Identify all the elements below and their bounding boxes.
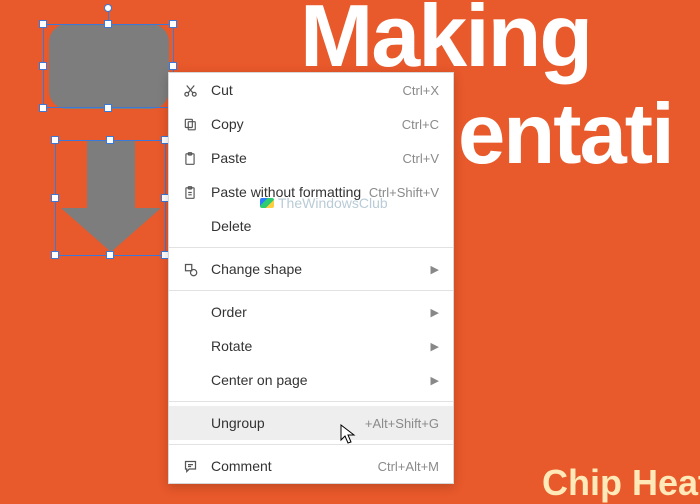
menu-label: Delete bbox=[211, 218, 439, 234]
resize-handle[interactable] bbox=[51, 251, 59, 259]
menu-label: Paste without formatting bbox=[211, 184, 369, 200]
shape-rounded-rectangle[interactable] bbox=[49, 24, 169, 109]
resize-handle[interactable] bbox=[104, 104, 112, 112]
shape-arrow-head[interactable] bbox=[61, 208, 161, 252]
menu-label: Change shape bbox=[211, 261, 423, 277]
menu-item-comment[interactable]: Comment Ctrl+Alt+M bbox=[169, 449, 453, 483]
paste-icon bbox=[181, 149, 199, 167]
submenu-arrow-icon: ▶ bbox=[431, 374, 439, 387]
resize-handle[interactable] bbox=[51, 136, 59, 144]
resize-handle[interactable] bbox=[169, 62, 177, 70]
rotate-handle[interactable] bbox=[104, 4, 112, 12]
shape-arrow-body[interactable] bbox=[87, 140, 135, 210]
resize-handle[interactable] bbox=[104, 20, 112, 28]
slide-subtitle: Chip Heatl bbox=[542, 462, 700, 504]
submenu-arrow-icon: ▶ bbox=[431, 263, 439, 276]
slide-title-line1: Making bbox=[300, 0, 700, 80]
menu-label: Paste bbox=[211, 150, 403, 166]
slide-canvas[interactable]: Making entati Chip Heatl bbox=[0, 0, 700, 500]
context-menu[interactable]: Cut Ctrl+X Copy Ctrl+C Paste Ctrl+V Past… bbox=[168, 72, 454, 484]
menu-item-delete[interactable]: Delete bbox=[169, 209, 453, 243]
blank-icon bbox=[181, 337, 199, 355]
menu-shortcut: Ctrl+Shift+V bbox=[369, 185, 439, 200]
blank-icon bbox=[181, 303, 199, 321]
submenu-arrow-icon: ▶ bbox=[431, 340, 439, 353]
menu-shortcut: Ctrl+Alt+M bbox=[378, 459, 439, 474]
menu-item-rotate[interactable]: Rotate ▶ bbox=[169, 329, 453, 363]
menu-item-copy[interactable]: Copy Ctrl+C bbox=[169, 107, 453, 141]
menu-item-center-on-page[interactable]: Center on page ▶ bbox=[169, 363, 453, 397]
menu-label: Cut bbox=[211, 82, 403, 98]
resize-handle[interactable] bbox=[39, 62, 47, 70]
change-shape-icon bbox=[181, 260, 199, 278]
menu-separator bbox=[169, 444, 453, 445]
blank-icon bbox=[181, 414, 199, 432]
menu-shortcut: Ctrl+C bbox=[402, 117, 439, 132]
resize-handle[interactable] bbox=[39, 104, 47, 112]
menu-label: Comment bbox=[211, 458, 378, 474]
menu-item-order[interactable]: Order ▶ bbox=[169, 295, 453, 329]
menu-item-paste[interactable]: Paste Ctrl+V bbox=[169, 141, 453, 175]
submenu-arrow-icon: ▶ bbox=[431, 306, 439, 319]
paste-plain-icon bbox=[181, 183, 199, 201]
blank-icon bbox=[181, 217, 199, 235]
selected-shapes-group[interactable] bbox=[43, 10, 173, 265]
menu-label: Copy bbox=[211, 116, 402, 132]
menu-shortcut: Ctrl+X bbox=[403, 83, 439, 98]
blank-icon bbox=[181, 371, 199, 389]
cut-icon bbox=[181, 81, 199, 99]
slide-title-line2: entati bbox=[458, 92, 700, 177]
resize-handle[interactable] bbox=[106, 251, 114, 259]
menu-label: Center on page bbox=[211, 372, 423, 388]
menu-item-change-shape[interactable]: Change shape ▶ bbox=[169, 252, 453, 286]
menu-shortcut: Ctrl+V bbox=[403, 151, 439, 166]
menu-item-paste-without-formatting[interactable]: Paste without formatting Ctrl+Shift+V bbox=[169, 175, 453, 209]
menu-item-ungroup[interactable]: Ungroup +Alt+Shift+G bbox=[169, 406, 453, 440]
menu-separator bbox=[169, 290, 453, 291]
resize-handle[interactable] bbox=[169, 20, 177, 28]
resize-handle[interactable] bbox=[39, 20, 47, 28]
menu-separator bbox=[169, 401, 453, 402]
menu-separator bbox=[169, 247, 453, 248]
resize-handle[interactable] bbox=[106, 136, 114, 144]
comment-icon bbox=[181, 457, 199, 475]
copy-icon bbox=[181, 115, 199, 133]
menu-label: Ungroup bbox=[211, 415, 365, 431]
resize-handle[interactable] bbox=[51, 194, 59, 202]
menu-item-cut[interactable]: Cut Ctrl+X bbox=[169, 73, 453, 107]
menu-label: Order bbox=[211, 304, 423, 320]
menu-label: Rotate bbox=[211, 338, 423, 354]
menu-shortcut: +Alt+Shift+G bbox=[365, 416, 439, 431]
